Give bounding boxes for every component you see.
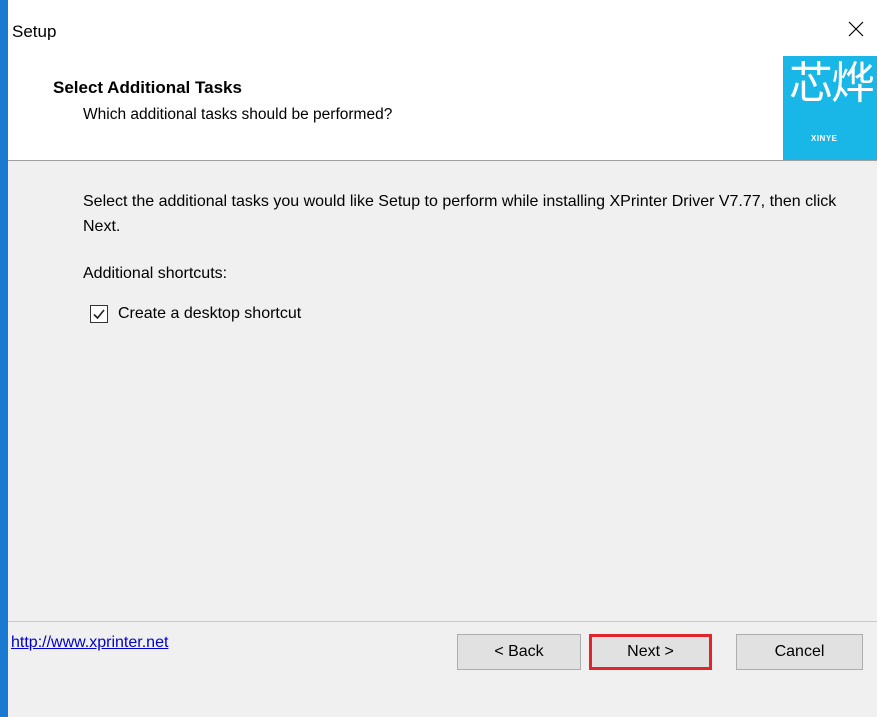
page-subtitle: Which additional tasks should be perform… [83,106,393,123]
additional-shortcuts-label: Additional shortcuts: [83,265,228,282]
logo-caption: XINYE [811,134,838,143]
next-button[interactable]: Next > [589,634,712,670]
desktop-shortcut-checkbox[interactable] [90,305,108,323]
setup-window: Setup Select Additional Tasks Which addi… [8,0,877,717]
desktop-shortcut-label: Create a desktop shortcut [118,305,302,322]
task-description: Select the additional tasks you would li… [83,193,837,235]
window-title: Setup [12,22,57,41]
logo-glyphs: 芯烨 [789,58,875,109]
xprinter-website-link[interactable]: http://www.xprinter.net [11,634,168,652]
check-icon [93,309,105,320]
cancel-button[interactable]: Cancel [736,634,863,670]
wizard-header: Select Additional Tasks Which additional… [8,40,877,161]
footer-divider [8,621,877,622]
xinye-logo: 芯烨 XINYE [783,56,877,160]
wizard-body: Select the additional tasks you would li… [8,161,877,631]
close-icon [848,21,864,37]
window-accent-border [0,0,8,717]
desktop-shortcut-option[interactable]: Create a desktop shortcut [90,305,301,323]
back-button[interactable]: < Back [457,634,581,670]
title-bar: Setup [8,0,877,41]
page-title: Select Additional Tasks [53,78,242,97]
